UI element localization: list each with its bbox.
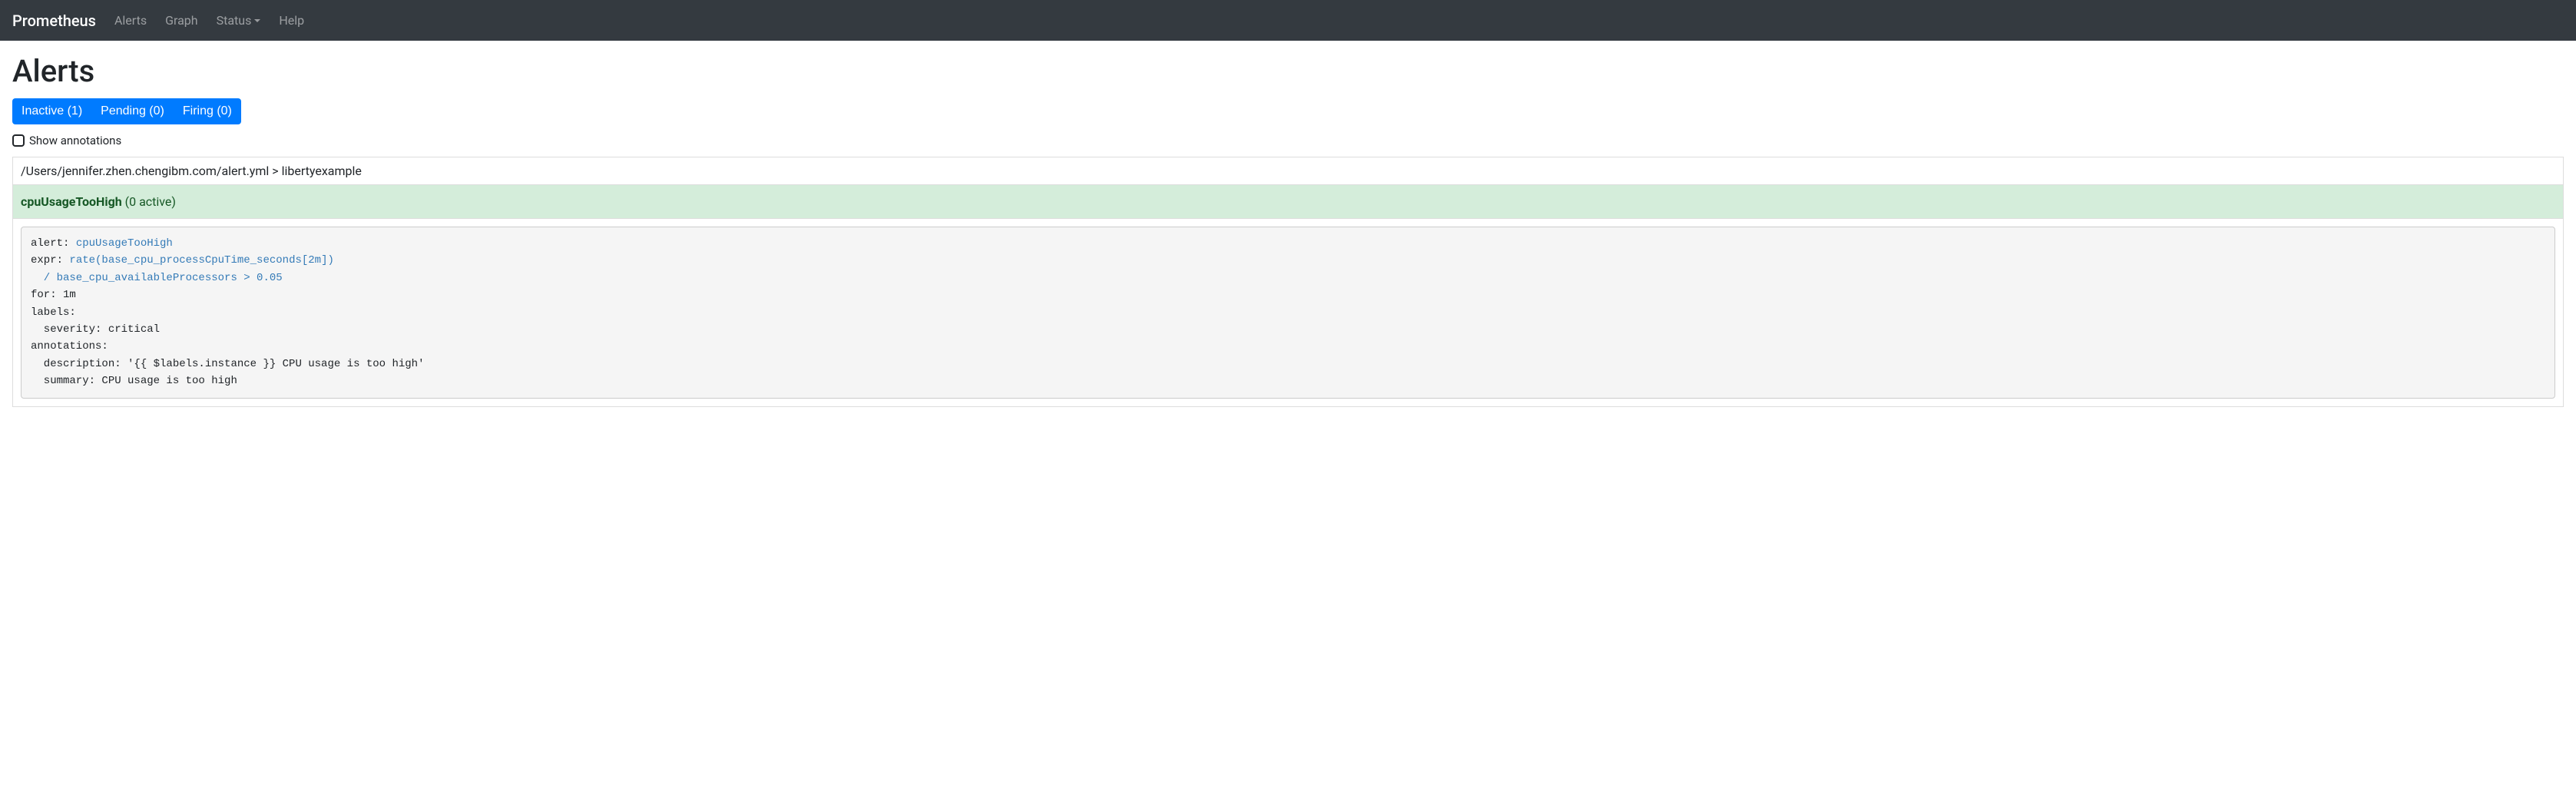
filter-firing-button[interactable]: Firing (0) <box>174 98 241 124</box>
code-expr-line2: / base_cpu_availableProcessors > 0.05 <box>31 272 283 284</box>
filter-inactive-button[interactable]: Inactive (1) <box>12 98 91 124</box>
page-title: Alerts <box>12 53 2564 89</box>
state-filter-group: Inactive (1) Pending (0) Firing (0) <box>12 98 241 124</box>
show-annotations-row[interactable]: Show annotations <box>12 134 2564 147</box>
nav-alerts[interactable]: Alerts <box>108 7 153 34</box>
code-expr-link[interactable]: rate(base_cpu_processCpuTime_seconds[2m]… <box>31 254 334 283</box>
filter-pending-button[interactable]: Pending (0) <box>91 98 174 124</box>
nav-list: Alerts Graph Status Help <box>108 7 316 34</box>
code-expr-key: expr: <box>31 254 69 267</box>
main-container: Alerts Inactive (1) Pending (0) Firing (… <box>0 41 2576 419</box>
alert-rule-active-count: (0 active) <box>122 194 176 209</box>
brand-link[interactable]: Prometheus <box>12 12 96 30</box>
show-annotations-checkbox[interactable] <box>12 134 25 147</box>
nav-help[interactable]: Help <box>273 7 310 34</box>
code-expr-line1: rate(base_cpu_processCpuTime_seconds[2m]… <box>69 254 333 267</box>
code-rest: for: 1m labels: severity: critical annot… <box>31 289 424 387</box>
show-annotations-label[interactable]: Show annotations <box>29 134 121 147</box>
code-alert-key: alert: <box>31 237 76 250</box>
rule-definition-code: alert: cpuUsageTooHigh expr: rate(base_c… <box>21 227 2555 399</box>
nav-status-label: Status <box>217 13 252 28</box>
chevron-down-icon <box>254 19 260 22</box>
nav-graph[interactable]: Graph <box>159 7 204 34</box>
rule-group-header: /Users/jennifer.zhen.chengibm.com/alert.… <box>12 157 2564 185</box>
alert-rule-name: cpuUsageTooHigh <box>21 194 122 209</box>
navbar: Prometheus Alerts Graph Status Help <box>0 0 2576 41</box>
nav-status[interactable]: Status <box>210 7 267 34</box>
alert-rule-header[interactable]: cpuUsageTooHigh (0 active) <box>12 185 2564 219</box>
alert-rule-body: alert: cpuUsageTooHigh expr: rate(base_c… <box>12 219 2564 407</box>
code-alert-name-link[interactable]: cpuUsageTooHigh <box>76 237 173 250</box>
